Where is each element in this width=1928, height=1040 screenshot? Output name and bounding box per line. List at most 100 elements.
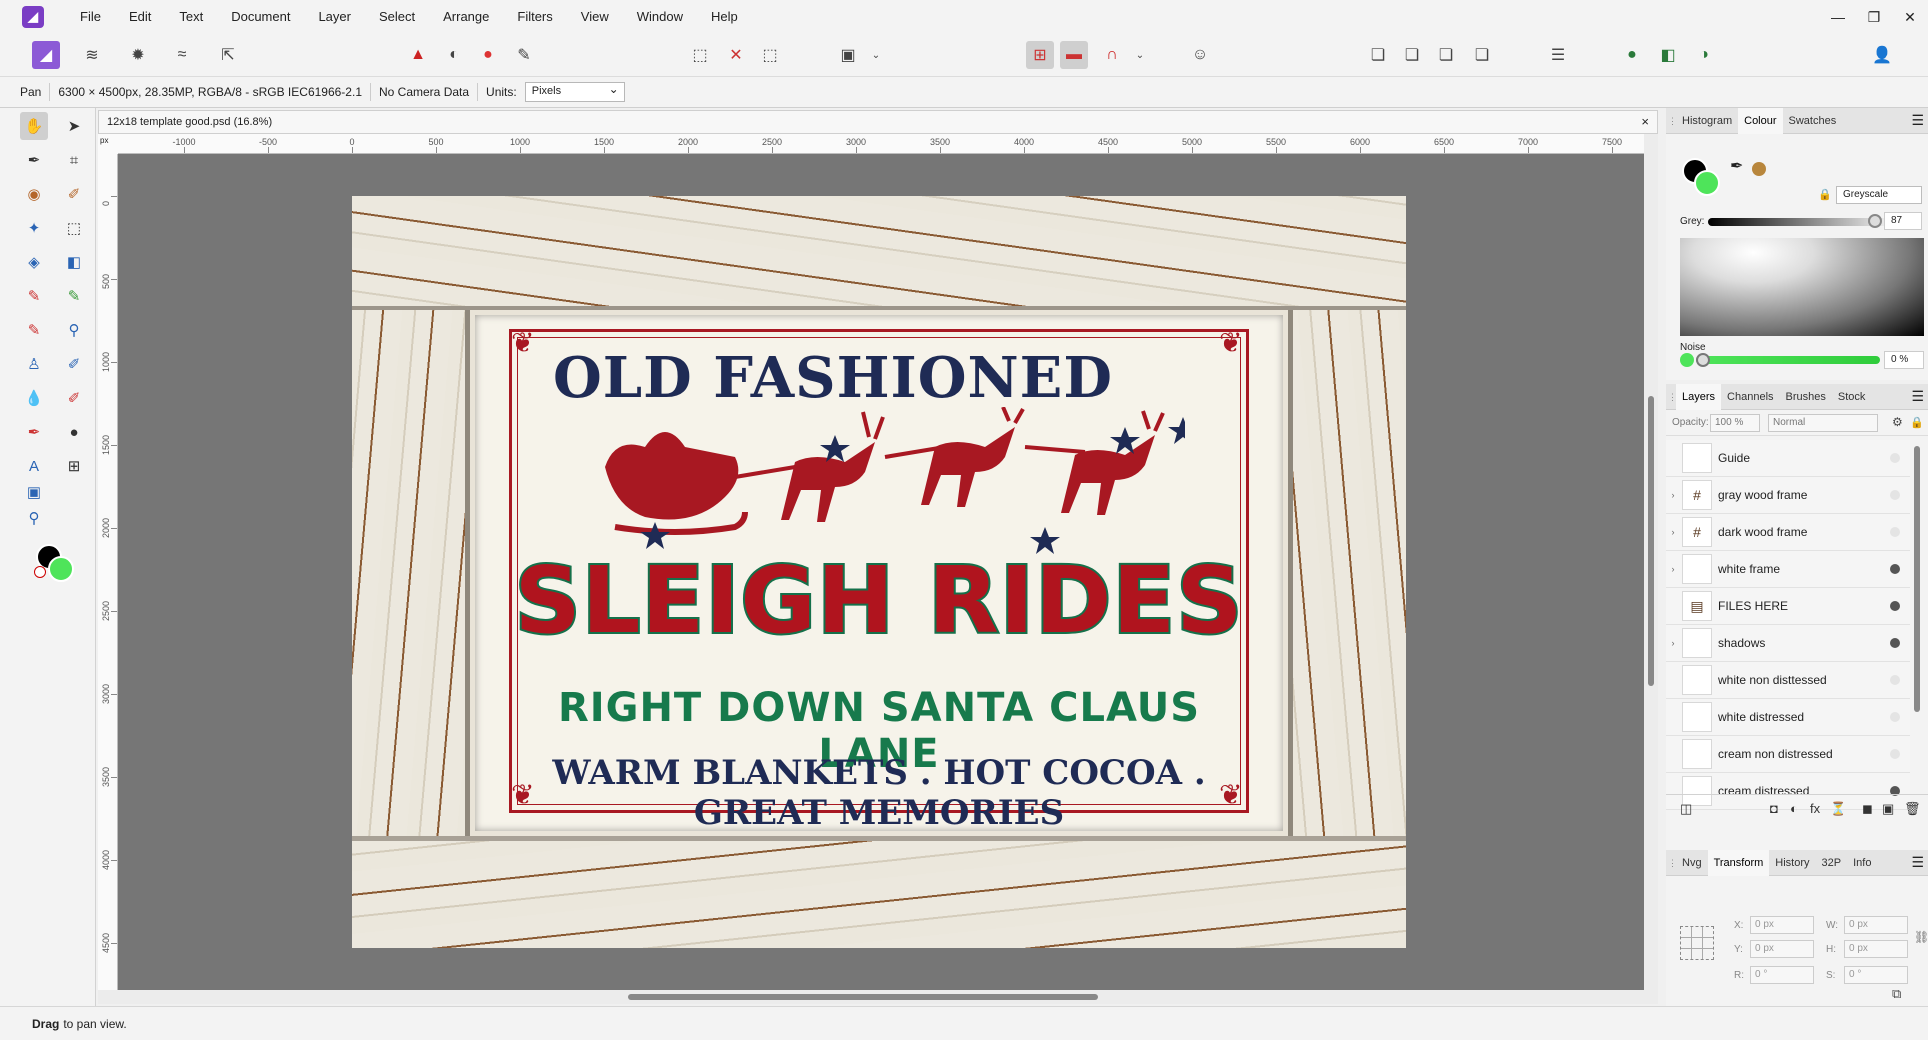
tab-brushes[interactable]: Brushes [1780, 384, 1832, 410]
smudge-tool-icon[interactable]: 💧 [20, 384, 48, 412]
marquee-tool-icon[interactable]: ⬚ [60, 214, 88, 242]
link-icon[interactable]: ⛓ [1914, 930, 1928, 944]
s-input[interactable]: 0 ° [1844, 966, 1908, 984]
magic-wand-tool-icon[interactable]: ✦ [20, 214, 48, 242]
healing-tool-icon[interactable]: ✐ [60, 384, 88, 412]
colour-picker-box[interactable] [1680, 238, 1924, 336]
horizontal-scrollbar[interactable] [98, 990, 1658, 1004]
minimize-button[interactable]: — [1820, 0, 1856, 34]
expand-icon[interactable]: › [1666, 490, 1680, 500]
visibility-toggle[interactable] [1890, 564, 1900, 574]
group-layers-icon[interactable]: ◼ [1862, 801, 1873, 817]
ellipse-tool-icon[interactable]: ● [60, 418, 88, 446]
pan-tool-icon[interactable]: ✋ [20, 112, 48, 140]
picked-colour-swatch[interactable] [1752, 162, 1766, 176]
vertical-scroll-thumb[interactable] [1648, 396, 1654, 686]
move-back-icon[interactable]: ❏ [1364, 41, 1392, 69]
panel-menu-icon[interactable]: ☰ [1911, 388, 1924, 405]
snapping-dropdown-icon[interactable]: ⌄ [1126, 41, 1154, 69]
expand-icon[interactable]: › [1666, 638, 1680, 648]
units-select[interactable]: Pixels [524, 82, 625, 102]
fx-icon[interactable]: fx [1810, 801, 1820, 816]
visibility-toggle[interactable] [1890, 638, 1900, 648]
pixel-tool-icon[interactable]: ✎ [60, 282, 88, 310]
tone-mapping-persona-icon[interactable]: ≈ [168, 41, 196, 69]
panel-menu-icon[interactable]: ☰ [1911, 854, 1924, 871]
delete-layer-icon[interactable]: 🗑 [1904, 801, 1921, 817]
paint-brush-tool-icon[interactable]: ✎ [20, 282, 48, 310]
close-document-icon[interactable]: × [1641, 114, 1649, 129]
crop-tool-icon[interactable]: ⌗ [60, 146, 88, 174]
filter-icon[interactable]: ⏳ [1830, 801, 1846, 817]
close-window-button[interactable]: ✕ [1892, 0, 1928, 34]
colour-picker-tool-icon[interactable]: ✒ [20, 146, 48, 174]
move-tool-icon[interactable]: ➤ [60, 112, 88, 140]
auto-white-balance-icon[interactable]: ✎ [510, 41, 538, 69]
document-tab[interactable]: 12x18 template good.psd (16.8%) × [98, 110, 1658, 134]
mesh-warp-tool-icon[interactable]: ⊞ [60, 452, 88, 480]
tab-stock[interactable]: Stock [1832, 384, 1872, 410]
grey-slider-knob[interactable] [1868, 214, 1883, 228]
w-input[interactable]: 0 px [1844, 916, 1908, 934]
text-tool-icon[interactable]: A [20, 452, 48, 480]
layer-row[interactable]: › # gray wood frame [1666, 477, 1910, 514]
photo-persona-icon[interactable]: ◢ [32, 41, 60, 69]
noise-slider[interactable] [1696, 353, 1880, 367]
lock-icon[interactable]: 🔒 [1910, 416, 1924, 429]
menu-filters[interactable]: Filters [503, 0, 566, 34]
visibility-toggle[interactable] [1890, 675, 1900, 685]
layer-row[interactable]: › white frame [1666, 551, 1910, 588]
export-persona-icon[interactable]: ⇱ [214, 41, 242, 69]
adjustment-icon[interactable]: ◐ [1790, 801, 1798, 816]
snapping-icon[interactable]: ⊞ [1026, 41, 1054, 69]
move-back-one-icon[interactable]: ❏ [1398, 41, 1426, 69]
zoom-tool-icon[interactable]: ⚲ [20, 504, 48, 532]
blend-mode-select[interactable]: Normal [1768, 414, 1878, 432]
tab-channels[interactable]: Channels [1721, 384, 1779, 410]
visibility-toggle[interactable] [1890, 453, 1900, 463]
clone-tool-icon[interactable]: ♙ [20, 350, 48, 378]
noise-slider-knob[interactable] [1696, 353, 1710, 367]
auto-colour-icon[interactable]: ● [474, 41, 502, 69]
menu-edit[interactable]: Edit [115, 0, 165, 34]
invert-selection-icon[interactable]: ⬚ [756, 41, 784, 69]
liquify-persona-icon[interactable]: ≋ [78, 41, 106, 69]
colour-mode-select[interactable]: Greyscale [1836, 186, 1922, 204]
grey-value-input[interactable]: 87 [1884, 212, 1922, 230]
snapping-options-icon[interactable]: ▬ [1060, 41, 1088, 69]
panel-grip-icon[interactable]: ⋮ [1666, 108, 1677, 134]
menu-document[interactable]: Document [217, 0, 304, 34]
visibility-toggle[interactable] [1890, 527, 1900, 537]
eyedropper-icon[interactable]: ✒ [1730, 156, 1743, 176]
h-input[interactable]: 0 px [1844, 940, 1908, 958]
auto-contrast-icon[interactable]: ◐ [440, 41, 468, 69]
mask-layer-icon[interactable]: ◘ [1770, 801, 1778, 816]
expand-icon[interactable]: › [1666, 564, 1680, 574]
layer-row[interactable]: ▤ FILES HERE [1666, 588, 1910, 625]
develop-persona-icon[interactable]: ✹ [124, 41, 152, 69]
select-all-icon[interactable]: ⬚ [686, 41, 714, 69]
flood-fill-tool-icon[interactable]: ◈ [20, 248, 48, 276]
visibility-toggle[interactable] [1890, 601, 1900, 611]
gradient-tool-icon[interactable]: ◧ [60, 248, 88, 276]
app-logo-icon[interactable]: ◢ [22, 6, 44, 28]
align-icon[interactable]: ☰ [1544, 41, 1572, 69]
layer-row[interactable]: cream non distressed [1666, 736, 1910, 773]
expand-icon[interactable]: › [1666, 527, 1680, 537]
menu-help[interactable]: Help [697, 0, 752, 34]
subtract-icon[interactable]: ◧ [1654, 41, 1682, 69]
layer-row[interactable]: › # dark wood frame [1666, 514, 1910, 551]
layer-row[interactable]: white distressed [1666, 699, 1910, 736]
panel-grip-icon[interactable]: ⋮ [1666, 850, 1677, 876]
quick-mask-icon[interactable]: ▣ [834, 41, 862, 69]
selection-brush-tool-icon[interactable]: ✐ [60, 180, 88, 208]
tab-history[interactable]: History [1769, 850, 1815, 876]
account-icon[interactable]: 👤 [1868, 41, 1896, 69]
levels-icon[interactable]: ▲ [404, 41, 432, 69]
menu-window[interactable]: Window [623, 0, 697, 34]
opacity-select[interactable]: 100 % [1710, 414, 1760, 432]
menu-layer[interactable]: Layer [304, 0, 365, 34]
menu-file[interactable]: File [66, 0, 115, 34]
menu-text[interactable]: Text [165, 0, 217, 34]
menu-select[interactable]: Select [365, 0, 429, 34]
